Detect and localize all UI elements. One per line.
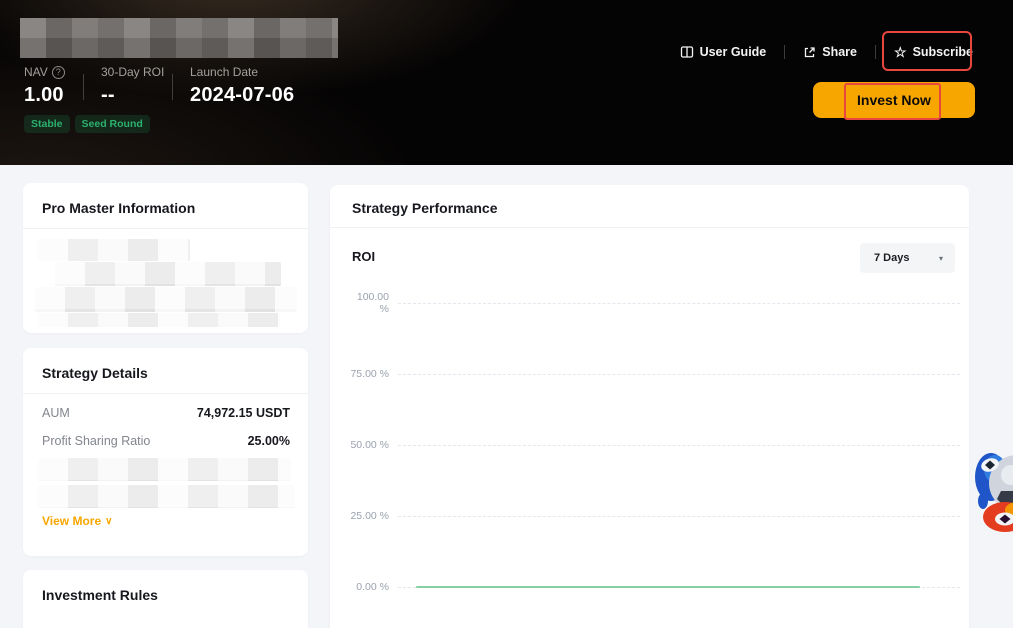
promo-mascot-widget[interactable]: [975, 443, 1013, 535]
roi-series-line: [416, 586, 920, 588]
profit-sharing-label: Profit Sharing Ratio: [42, 434, 150, 448]
redacted-content: [35, 287, 297, 312]
stat-nav: NAV ? 1.00: [24, 64, 65, 107]
investment-rules-title: Investment Rules: [23, 570, 308, 615]
stat-launch-date-value: 2024-07-06: [190, 84, 294, 107]
aum-value: 74,972.15 USDT: [197, 406, 290, 420]
gridline: [398, 516, 960, 517]
gridline-row: 75.00 %: [345, 367, 960, 381]
view-more-link[interactable]: View More ∨: [42, 514, 112, 528]
user-guide-link[interactable]: User Guide: [680, 45, 767, 59]
stat-30d-roi-label: 30-Day ROI: [101, 65, 164, 79]
divider: [875, 45, 876, 59]
subscribe-label: Subscribe: [913, 45, 973, 59]
chevron-down-icon: ∨: [105, 516, 112, 527]
stat-nav-label: NAV: [24, 65, 48, 79]
invest-now-button[interactable]: Invest Now: [813, 82, 975, 118]
redacted-content: [38, 313, 280, 327]
user-guide-icon: [680, 45, 694, 59]
time-range-dropdown[interactable]: 7 Days ▾: [860, 243, 955, 273]
redacted-content: [38, 239, 190, 261]
redacted-content: [38, 485, 295, 508]
y-tick-label: 50.00 %: [345, 439, 389, 451]
investment-rules-card: Investment Rules: [23, 570, 308, 628]
gridline: [398, 303, 960, 304]
redacted-content: [38, 458, 291, 481]
stat-divider: [83, 74, 84, 100]
divider: [23, 228, 308, 229]
gridline-row: 25.00 %: [345, 509, 960, 523]
stat-nav-value: 1.00: [24, 84, 65, 107]
gridline: [398, 445, 960, 446]
subscribe-button[interactable]: ☆ Subscribe: [894, 45, 973, 59]
tag-row: Stable Seed Round: [24, 115, 150, 133]
strategy-performance-card: Strategy Performance ROI 7 Days ▾ 100.00…: [330, 185, 969, 628]
y-tick-label: 0.00 %: [345, 581, 389, 593]
stat-30d-roi-value: --: [101, 84, 164, 107]
time-range-value: 7 Days: [874, 252, 909, 264]
strategy-details-card: Strategy Details AUM 74,972.15 USDT Prof…: [23, 348, 308, 556]
stat-launch-date-label: Launch Date: [190, 65, 258, 79]
soccer-ball-mascot-icon: [975, 443, 1013, 535]
redacted-content: [55, 262, 281, 286]
profit-sharing-value: 25.00%: [248, 434, 290, 448]
detail-row-profit-sharing: Profit Sharing Ratio 25.00%: [42, 434, 290, 448]
help-icon[interactable]: ?: [52, 66, 65, 79]
star-icon: ☆: [894, 45, 907, 59]
y-tick-label: 100.00 %: [345, 291, 389, 315]
y-tick-label: 75.00 %: [345, 368, 389, 380]
hero-actions: User Guide Share ☆ Subscribe: [680, 45, 973, 59]
gridline: [398, 374, 960, 375]
user-guide-label: User Guide: [700, 45, 767, 59]
share-link[interactable]: Share: [803, 45, 857, 59]
divider: [330, 227, 969, 228]
strategy-performance-title: Strategy Performance: [330, 185, 969, 227]
hero-header: NAV ? 1.00 30-Day ROI -- Launch Date 202…: [0, 0, 1013, 165]
stat-30d-roi: 30-Day ROI --: [101, 64, 164, 107]
share-label: Share: [822, 45, 857, 59]
stat-launch-date: Launch Date 2024-07-06: [190, 64, 294, 107]
detail-row-aum: AUM 74,972.15 USDT: [42, 406, 290, 420]
gridline-row: 100.00 %: [345, 296, 960, 310]
gridline-row: 50.00 %: [345, 438, 960, 452]
pro-master-title: Pro Master Information: [23, 183, 308, 228]
strategy-details-title: Strategy Details: [23, 348, 308, 393]
roi-metric-label: ROI: [352, 249, 375, 264]
strategy-title-redacted: [20, 18, 338, 58]
pro-master-information-card: Pro Master Information: [23, 183, 308, 333]
tag-stable: Stable: [24, 115, 70, 133]
divider: [784, 45, 785, 59]
view-more-label: View More: [42, 514, 101, 528]
tag-seed-round: Seed Round: [75, 115, 150, 133]
share-icon: [803, 46, 816, 59]
caret-down-icon: ▾: [939, 254, 943, 263]
aum-label: AUM: [42, 406, 70, 420]
y-tick-label: 25.00 %: [345, 510, 389, 522]
stat-divider: [172, 74, 173, 100]
divider: [23, 393, 308, 394]
